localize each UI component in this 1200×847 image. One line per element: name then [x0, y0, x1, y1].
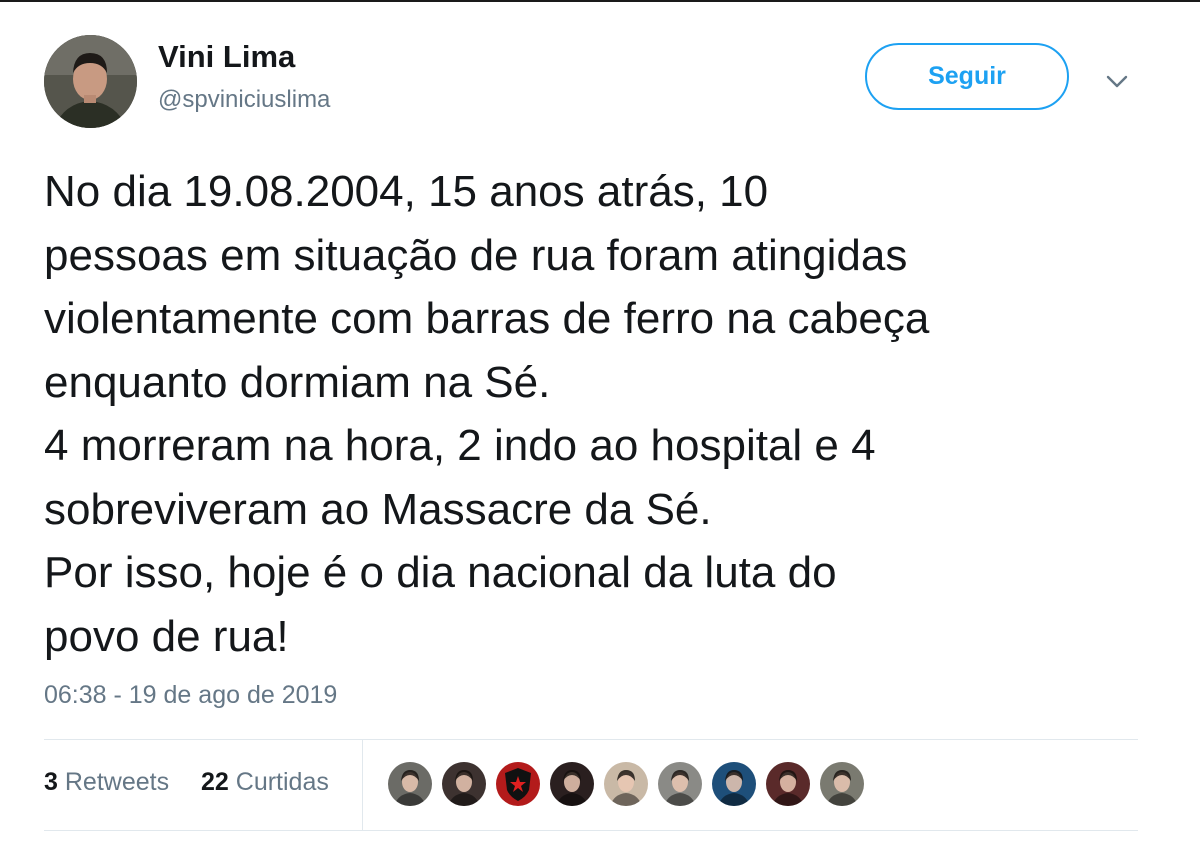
profile-photo-icon [44, 35, 137, 128]
profile-photo-icon [658, 762, 702, 806]
top-edge-rule [0, 0, 1200, 2]
shield-logo-icon [496, 762, 540, 806]
tweet-text-line: povo de rua! [44, 611, 289, 661]
tweet-text-line: enquanto dormiam na Sé. [44, 357, 551, 407]
author-handle[interactable]: @spviniciuslima [158, 86, 330, 114]
profile-photo-icon [550, 762, 594, 806]
liker-avatar[interactable] [548, 760, 596, 808]
liker-avatar[interactable] [710, 760, 758, 808]
likes-count: 22 [201, 768, 229, 796]
divider [44, 830, 1138, 831]
tweet-text-line: 4 morreram na hora, 2 indo ao hospital e… [44, 421, 876, 470]
tweet-text-line: pessoas em situação de rua foram atingid… [44, 230, 908, 280]
tweet-text-line: Por isso, hoje é o dia nacional da luta … [44, 548, 837, 597]
follow-button[interactable]: Seguir [865, 43, 1069, 110]
chevron-down-icon[interactable] [1102, 66, 1132, 96]
author-display-name[interactable]: Vini Lima [158, 39, 295, 75]
liker-avatar[interactable] [386, 760, 434, 808]
tweet-text-line: No dia 19.08.2004, 15 anos atrás, 10 [44, 167, 769, 216]
retweets-label: Retweets [64, 768, 170, 796]
retweets-stat[interactable]: 3 Retweets [44, 768, 169, 797]
liker-avatar[interactable] [764, 760, 812, 808]
profile-photo-icon [712, 762, 756, 806]
profile-photo-icon [442, 762, 486, 806]
retweets-count: 3 [44, 768, 58, 796]
liker-avatars [386, 760, 906, 808]
likes-stat[interactable]: 22 Curtidas [201, 768, 329, 797]
liker-avatar[interactable] [818, 760, 866, 808]
tweet-text-line: sobreviveram ao Massacre da Sé. [44, 484, 712, 534]
tweet-timestamp[interactable]: 06:38 - 19 de ago de 2019 [44, 681, 337, 710]
profile-photo-icon [604, 762, 648, 806]
liker-avatar[interactable] [656, 760, 704, 808]
liker-avatar[interactable] [494, 760, 542, 808]
likes-label: Curtidas [235, 768, 329, 796]
profile-photo-icon [820, 762, 864, 806]
tweet-text-line: violentamente com barras de ferro na cab… [44, 294, 930, 343]
tweet-text: No dia 19.08.2004, 15 anos atrás, 10 pes… [44, 160, 1164, 668]
stats-separator [362, 740, 363, 830]
liker-avatar[interactable] [602, 760, 650, 808]
divider [44, 739, 1138, 740]
profile-photo-icon [766, 762, 810, 806]
author-avatar[interactable] [44, 35, 137, 128]
liker-avatar[interactable] [440, 760, 488, 808]
profile-photo-icon [388, 762, 432, 806]
